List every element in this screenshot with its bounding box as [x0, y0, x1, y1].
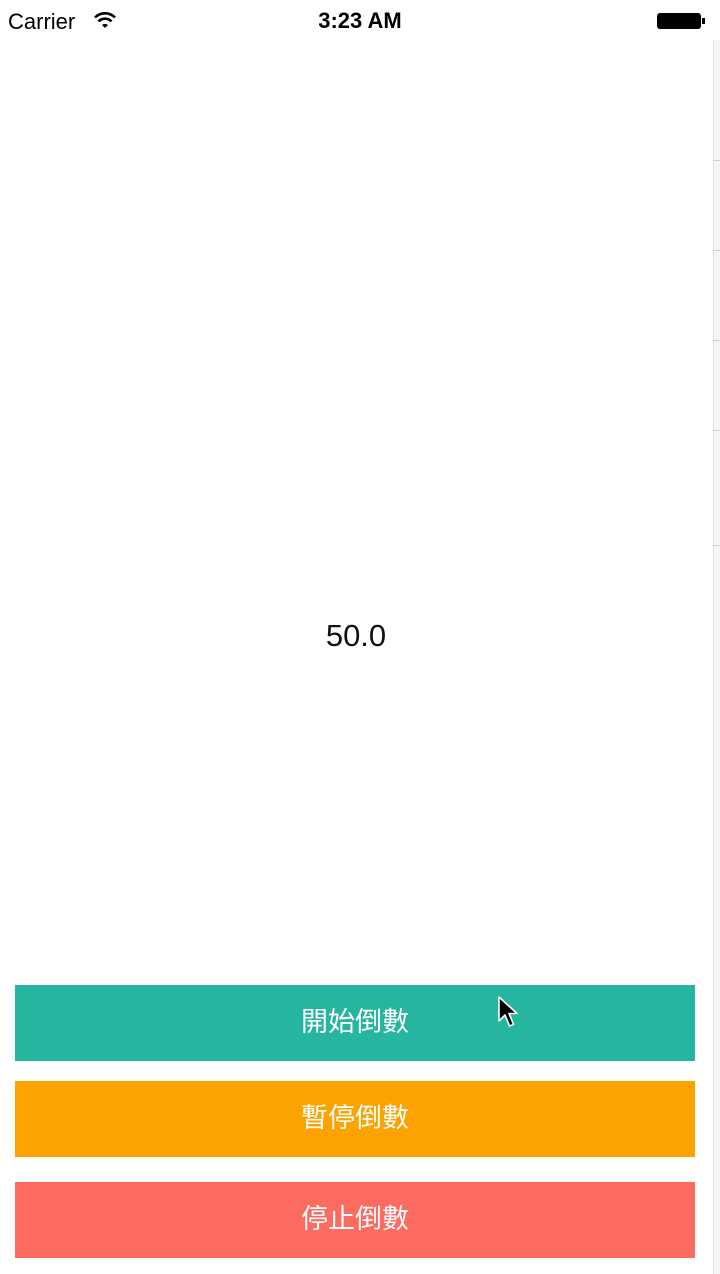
edge-divider — [713, 430, 720, 431]
edge-divider — [713, 160, 720, 161]
stop-countdown-button[interactable]: 停止倒數 — [15, 1182, 695, 1258]
background-window-edge — [713, 40, 720, 1274]
battery-icon — [657, 13, 705, 29]
edge-divider — [713, 545, 720, 546]
start-countdown-button[interactable]: 開始倒數 — [15, 985, 695, 1061]
status-bar: Carrier 3:23 AM — [0, 0, 720, 42]
mouse-pointer-icon — [498, 996, 518, 1027]
edge-divider — [713, 340, 720, 341]
edge-divider — [713, 250, 720, 251]
status-time: 3:23 AM — [318, 8, 402, 33]
app-screen: Carrier 3:23 AM 50.0 開始倒數 暫停倒數 停止倒數 — [0, 0, 720, 1274]
pause-countdown-button[interactable]: 暫停倒數 — [15, 1081, 695, 1157]
countdown-value: 50.0 — [325, 618, 387, 653]
